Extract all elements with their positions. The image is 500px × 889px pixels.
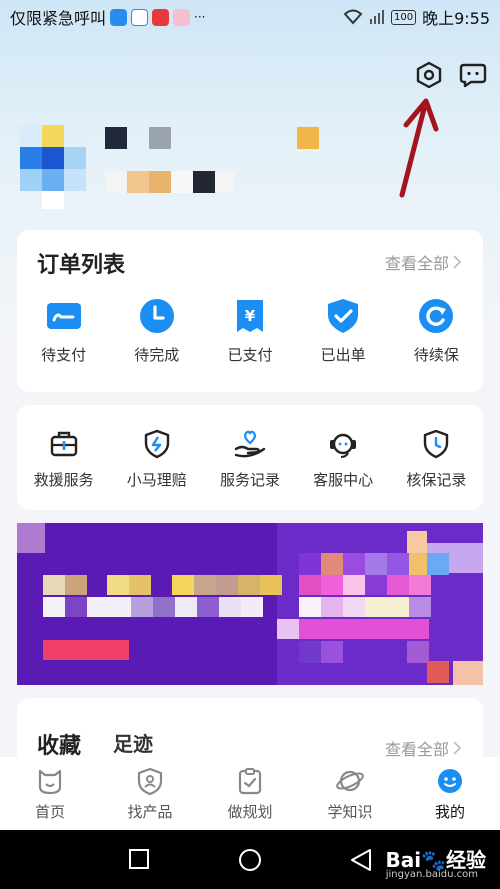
order-label: 已出单 bbox=[320, 346, 366, 364]
smile-icon bbox=[438, 769, 462, 793]
status-bar: 仅限紧急呼叫 ··· 100 晚上9:55 bbox=[0, 0, 500, 34]
notification-app-icon bbox=[110, 8, 128, 26]
watermark-url: jingyan.baidu.com bbox=[385, 869, 478, 880]
order-issued[interactable]: 已出单 bbox=[298, 298, 388, 365]
home-button-icon[interactable] bbox=[238, 848, 262, 872]
promo-banner[interactable] bbox=[17, 523, 483, 685]
service-label: 核保记录 bbox=[406, 471, 467, 489]
tab-knowledge[interactable]: 学知识 bbox=[310, 767, 390, 822]
tab-label: 我的 bbox=[434, 803, 465, 821]
messages-button[interactable] bbox=[456, 58, 490, 92]
order-paid[interactable]: ¥ 已支付 bbox=[205, 298, 295, 365]
tab-label: 找产品 bbox=[127, 803, 173, 821]
services-card: 救援服务 小马理赔 服务记录 客服中心 核保记录 bbox=[17, 405, 483, 510]
signal-icon bbox=[369, 10, 384, 24]
orders-title: 订单列表 bbox=[37, 253, 126, 278]
chat-bubble-icon bbox=[459, 63, 487, 88]
view-all-label: 查看全部 bbox=[384, 254, 449, 273]
tab-label: 做规划 bbox=[227, 803, 273, 821]
planet-icon bbox=[336, 770, 364, 792]
service-label: 服务记录 bbox=[219, 471, 280, 489]
battery-indicator: 100 bbox=[390, 9, 417, 25]
first-aid-kit-icon bbox=[50, 431, 77, 457]
service-support-center[interactable]: 客服中心 bbox=[298, 429, 388, 490]
tab-products[interactable]: 找产品 bbox=[110, 767, 190, 822]
clock-icon bbox=[139, 299, 174, 333]
tab-footprints[interactable]: 足迹 bbox=[113, 728, 153, 757]
chevron-right-icon bbox=[453, 741, 461, 755]
service-claims[interactable]: 小马理赔 bbox=[112, 429, 202, 490]
hand-heart-icon bbox=[234, 430, 266, 458]
yen-doc-icon: ¥ bbox=[236, 300, 263, 332]
product-shield-icon bbox=[137, 767, 163, 795]
recent-apps-icon[interactable] bbox=[128, 848, 150, 870]
user-name bbox=[105, 125, 335, 195]
more-notifications-icon: ··· bbox=[194, 10, 206, 24]
order-pending-renewal[interactable]: 待续保 bbox=[391, 298, 481, 365]
service-records[interactable]: 服务记录 bbox=[205, 429, 295, 490]
orders-card: 订单列表 查看全部 待支付 待完成 ¥ 已支付 已出单 待续保 bbox=[17, 230, 483, 392]
service-rescue[interactable]: 救援服务 bbox=[19, 429, 109, 490]
order-pending-complete[interactable]: 待完成 bbox=[112, 298, 202, 365]
refresh-icon bbox=[419, 299, 454, 333]
tab-mine[interactable]: 我的 bbox=[410, 767, 490, 822]
tab-label: 首页 bbox=[34, 803, 65, 821]
plan-clipboard-icon bbox=[238, 768, 262, 795]
avatar[interactable] bbox=[20, 125, 90, 210]
wallet-icon bbox=[46, 303, 81, 329]
order-label: 已支付 bbox=[227, 346, 273, 364]
notification-app-icon bbox=[173, 8, 191, 26]
chevron-right-icon bbox=[453, 255, 461, 269]
tab-label: 学知识 bbox=[327, 803, 373, 821]
carrier-text: 仅限紧急呼叫 bbox=[10, 9, 107, 28]
home-face-icon bbox=[38, 769, 62, 795]
order-label: 待支付 bbox=[41, 346, 87, 364]
service-label: 小马理赔 bbox=[126, 471, 187, 489]
annotation-arrow-icon bbox=[399, 98, 439, 198]
tab-home[interactable]: 首页 bbox=[10, 767, 90, 822]
clock-time: 晚上9:55 bbox=[422, 9, 490, 28]
order-pending-payment[interactable]: 待支付 bbox=[19, 298, 109, 365]
settings-button[interactable] bbox=[412, 58, 446, 92]
notification-app-icon bbox=[131, 8, 149, 26]
wifi-icon bbox=[343, 9, 363, 25]
tab-favorites[interactable]: 收藏 bbox=[37, 728, 81, 760]
service-label: 客服中心 bbox=[313, 471, 374, 489]
bottom-tab-bar: 首页 找产品 做规划 学知识 我的 bbox=[0, 757, 500, 830]
service-underwriting-records[interactable]: 核保记录 bbox=[391, 429, 481, 490]
notification-app-icon bbox=[152, 8, 170, 26]
shield-bolt-icon bbox=[144, 429, 169, 459]
back-button-icon[interactable] bbox=[350, 848, 372, 872]
order-label: 待续保 bbox=[413, 346, 459, 364]
orders-view-all[interactable]: 查看全部 bbox=[385, 250, 461, 274]
order-label: 待完成 bbox=[134, 346, 180, 364]
system-nav-bar: Bai🐾经验 jingyan.baidu.com bbox=[0, 830, 500, 889]
svg-text:¥: ¥ bbox=[245, 307, 256, 325]
service-label: 救援服务 bbox=[33, 471, 94, 489]
tab-planning[interactable]: 做规划 bbox=[210, 767, 290, 822]
headset-icon bbox=[330, 433, 357, 458]
settings-hex-icon bbox=[416, 61, 442, 89]
shield-check-icon bbox=[328, 299, 359, 333]
shield-clock-icon bbox=[424, 429, 449, 459]
